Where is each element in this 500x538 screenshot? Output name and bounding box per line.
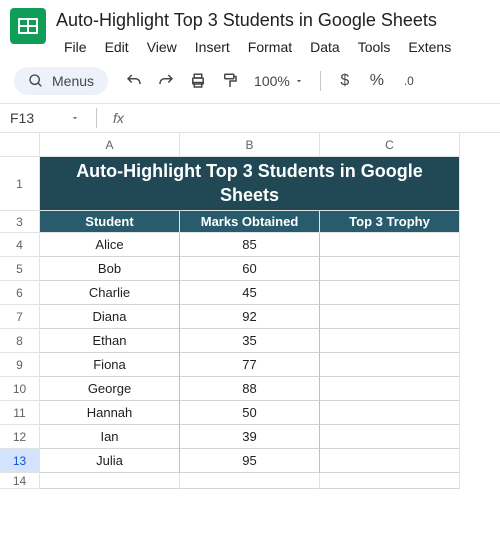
cell-student[interactable]: Ian (40, 425, 180, 449)
row-header[interactable]: 9 (0, 353, 40, 377)
toolbar-divider (320, 71, 321, 91)
cell-trophy[interactable] (320, 449, 460, 473)
cell-marks[interactable]: 35 (180, 329, 320, 353)
redo-button[interactable] (152, 67, 180, 95)
row-header[interactable]: 1 (0, 157, 40, 211)
menu-file[interactable]: File (56, 35, 95, 59)
cell-marks[interactable]: 39 (180, 425, 320, 449)
menu-edit[interactable]: Edit (97, 35, 137, 59)
paint-icon (221, 72, 239, 90)
cell-trophy[interactable] (320, 257, 460, 281)
menu-data[interactable]: Data (302, 35, 348, 59)
print-button[interactable] (184, 67, 212, 95)
menu-format[interactable]: Format (240, 35, 300, 59)
currency-button[interactable]: $ (331, 67, 359, 95)
row-header[interactable]: 13 (0, 449, 40, 473)
cell-marks[interactable]: 85 (180, 233, 320, 257)
namebox-divider (96, 108, 97, 128)
cell-student[interactable]: Hannah (40, 401, 180, 425)
menu-view[interactable]: View (139, 35, 185, 59)
row-header[interactable]: 8 (0, 329, 40, 353)
row-header[interactable]: 4 (0, 233, 40, 257)
spreadsheet-grid[interactable]: A B C 1 Auto-Highlight Top 3 Students in… (0, 133, 500, 489)
row-header[interactable]: 5 (0, 257, 40, 281)
cell-marks[interactable]: 60 (180, 257, 320, 281)
col-header-b[interactable]: B (180, 133, 320, 157)
row-header[interactable]: 10 (0, 377, 40, 401)
cell-student[interactable]: George (40, 377, 180, 401)
cell-student[interactable]: Ethan (40, 329, 180, 353)
row-header[interactable]: 7 (0, 305, 40, 329)
menus-label: Menus (52, 73, 94, 89)
cell-marks[interactable]: 88 (180, 377, 320, 401)
sheets-logo[interactable] (10, 8, 46, 44)
menu-extensions[interactable]: Extens (400, 35, 459, 59)
cell[interactable] (320, 473, 460, 489)
chevron-down-icon (294, 76, 304, 86)
cell-marks[interactable]: 45 (180, 281, 320, 305)
cell-marks[interactable]: 50 (180, 401, 320, 425)
cell-trophy[interactable] (320, 305, 460, 329)
menubar: File Edit View Insert Format Data Tools … (56, 35, 490, 59)
percent-button[interactable]: % (363, 67, 391, 95)
cell-trophy[interactable] (320, 425, 460, 449)
row-header[interactable]: 12 (0, 425, 40, 449)
cell-trophy[interactable] (320, 377, 460, 401)
redo-icon (157, 72, 175, 90)
table-header[interactable]: Top 3 Trophy (320, 211, 460, 233)
col-header-a[interactable]: A (40, 133, 180, 157)
undo-icon (125, 72, 143, 90)
table-header[interactable]: Student (40, 211, 180, 233)
cell-trophy[interactable] (320, 401, 460, 425)
cell-student[interactable]: Bob (40, 257, 180, 281)
fx-label: fx (113, 110, 124, 126)
menus-button[interactable]: Menus (14, 67, 108, 95)
print-icon (189, 72, 207, 90)
chevron-down-icon[interactable] (70, 113, 80, 123)
row-header[interactable]: 6 (0, 281, 40, 305)
decimal-decrease-button[interactable]: .0 (395, 67, 423, 95)
cell-marks[interactable]: 95 (180, 449, 320, 473)
undo-button[interactable] (120, 67, 148, 95)
cell-student[interactable]: Fiona (40, 353, 180, 377)
select-all-corner[interactable] (0, 133, 40, 157)
name-box[interactable]: F13 (10, 110, 60, 126)
row-header[interactable]: 11 (0, 401, 40, 425)
cell-trophy[interactable] (320, 329, 460, 353)
menu-insert[interactable]: Insert (187, 35, 238, 59)
title-cell[interactable]: Auto-Highlight Top 3 Students in Google … (40, 157, 460, 211)
cell-student[interactable]: Diana (40, 305, 180, 329)
cell-student[interactable]: Julia (40, 449, 180, 473)
cell-marks[interactable]: 77 (180, 353, 320, 377)
zoom-dropdown[interactable]: 100% (248, 73, 310, 89)
table-header[interactable]: Marks Obtained (180, 211, 320, 233)
row-header[interactable]: 14 (0, 473, 40, 489)
doc-title[interactable]: Auto-Highlight Top 3 Students in Google … (56, 8, 490, 33)
paint-format-button[interactable] (216, 67, 244, 95)
cell-trophy[interactable] (320, 353, 460, 377)
search-icon (28, 73, 44, 89)
cell-trophy[interactable] (320, 233, 460, 257)
col-header-c[interactable]: C (320, 133, 460, 157)
cell[interactable] (40, 473, 180, 489)
zoom-value: 100% (254, 73, 290, 89)
cell-student[interactable]: Charlie (40, 281, 180, 305)
toolbar: Menus 100% $ % .0 (0, 59, 500, 103)
cell[interactable] (180, 473, 320, 489)
menu-tools[interactable]: Tools (350, 35, 399, 59)
formula-bar[interactable] (134, 108, 490, 128)
cell-trophy[interactable] (320, 281, 460, 305)
row-header[interactable]: 3 (0, 211, 40, 233)
cell-marks[interactable]: 92 (180, 305, 320, 329)
cell-student[interactable]: Alice (40, 233, 180, 257)
